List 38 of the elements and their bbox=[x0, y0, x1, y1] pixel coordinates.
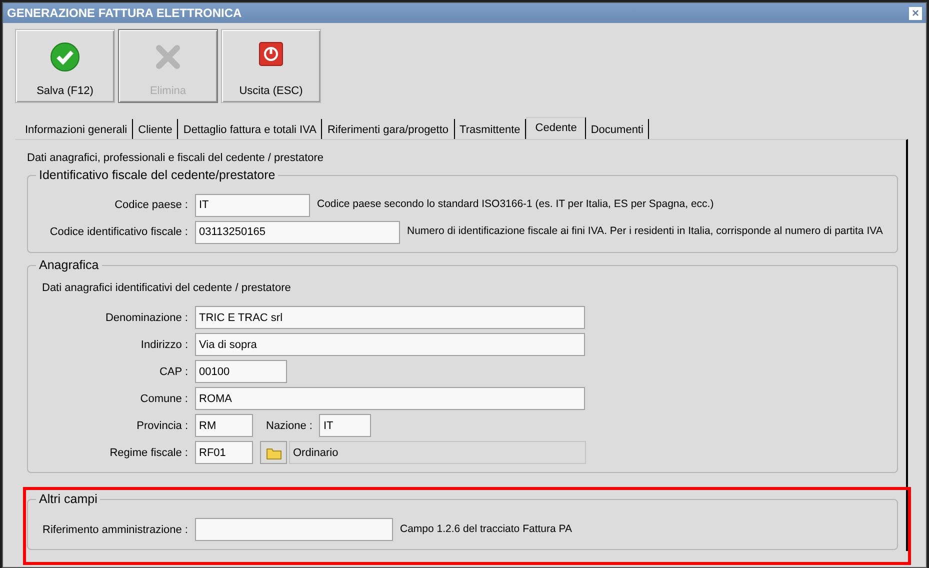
field-label: Regime fiscale : bbox=[108, 446, 188, 460]
field-label: Provincia : bbox=[136, 418, 188, 434]
field-label: Codice paese : bbox=[114, 198, 188, 213]
field-label: Nazione : bbox=[266, 418, 312, 434]
folder-icon bbox=[266, 446, 282, 460]
tab[interactable]: Cedente bbox=[526, 117, 586, 139]
hint-text: Numero di identificazione fiscale ai fini IVA. Per i residenti in Italia, corrisponde al numero di partita IVA bbox=[407, 224, 883, 240]
field-label: Riferimento amministrazione : bbox=[42, 522, 188, 538]
cross-icon bbox=[153, 42, 183, 72]
input-field[interactable]: ROMA bbox=[195, 387, 585, 410]
close-button[interactable]: × bbox=[909, 6, 922, 20]
input-field[interactable]: IT bbox=[195, 194, 310, 216]
field-label: Denominazione : bbox=[104, 310, 188, 326]
input-field[interactable]: RM bbox=[195, 414, 253, 437]
field-label: CAP : bbox=[158, 364, 188, 380]
description-field[interactable]: Ordinario bbox=[289, 441, 586, 464]
panel-description: Dati anagrafici, professionali e fiscali del cedente / prestatore bbox=[27, 151, 325, 166]
input-field[interactable]: IT bbox=[319, 414, 372, 437]
toolbar-button[interactable]: Uscita (ESC) bbox=[221, 29, 321, 103]
power-icon bbox=[259, 42, 283, 66]
check-icon bbox=[50, 42, 80, 72]
input-field[interactable]: TRIC E TRAC srl bbox=[195, 306, 585, 329]
input-field[interactable]: RF01 bbox=[195, 441, 253, 464]
input-field[interactable]: Via di sopra bbox=[195, 333, 585, 356]
group-description: Dati anagrafici identificativi del cedente / prestatore bbox=[41, 280, 292, 296]
browse-button[interactable] bbox=[260, 441, 287, 464]
toolbar-button[interactable]: Salva (F12) bbox=[15, 29, 115, 103]
input-field[interactable] bbox=[195, 518, 393, 541]
field-label: Comune : bbox=[139, 392, 188, 406]
field-label: Indirizzo : bbox=[140, 338, 188, 352]
hint-text: Codice paese secondo lo standard ISO3166-1 (es. IT per Italia, ES per Spagna, ecc.) bbox=[317, 197, 714, 212]
input-field[interactable]: 00100 bbox=[195, 360, 287, 383]
window-title: GENERAZIONE FATTURA ELETTRONICA bbox=[7, 5, 242, 22]
group-legend: Altri campi bbox=[36, 491, 100, 507]
group-legend: Identificativo fiscale del cedente/prestatore bbox=[36, 166, 278, 182]
input-field[interactable]: 03113250165 bbox=[195, 220, 400, 244]
field-label: Codice identificativo fiscale : bbox=[48, 225, 188, 240]
hint-text: Campo 1.2.6 del tracciato Fattura PA bbox=[400, 522, 572, 537]
